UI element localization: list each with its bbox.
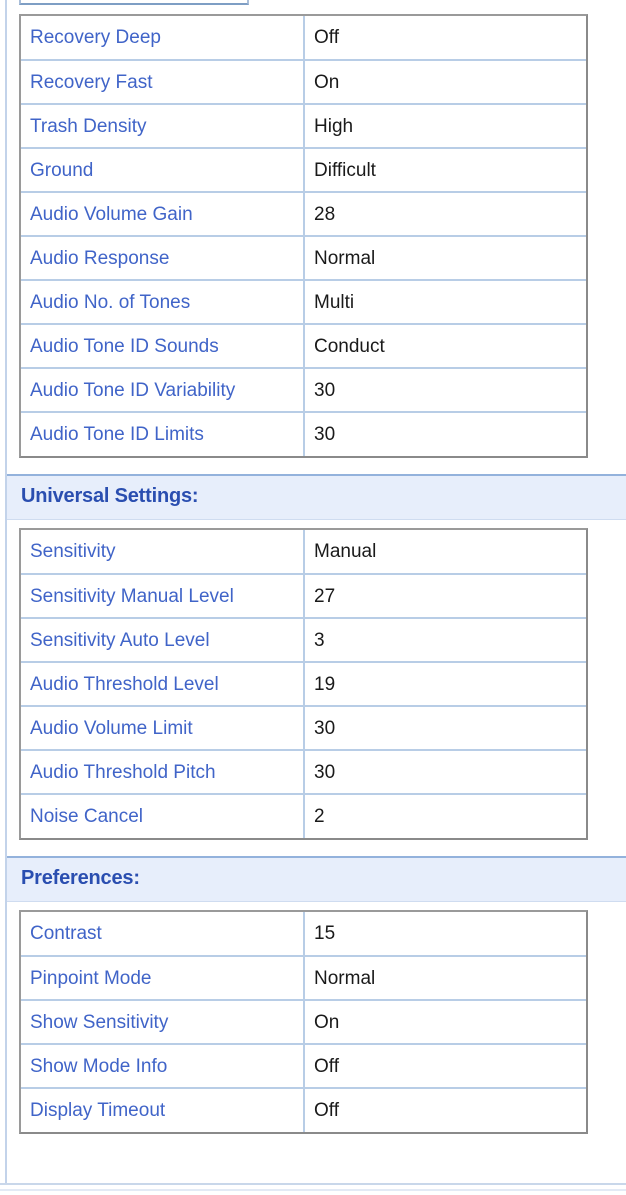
setting-label: Audio Threshold Level (21, 662, 305, 707)
setting-value[interactable]: Off (304, 1088, 586, 1132)
table-row[interactable]: Display Timeout Off (21, 1088, 586, 1132)
setting-value[interactable]: Normal (304, 236, 586, 281)
table-row[interactable]: Audio No. of Tones Multi (21, 280, 586, 325)
bottom-divider-secondary (0, 1189, 626, 1191)
table-row[interactable]: Audio Threshold Level 19 (21, 662, 586, 707)
setting-label: Sensitivity Auto Level (21, 618, 305, 663)
setting-value[interactable]: 3 (304, 618, 586, 663)
setting-value[interactable]: Conduct (304, 324, 586, 369)
table-row[interactable]: Pinpoint Mode Normal (21, 956, 586, 1001)
table-row[interactable]: Audio Tone ID Limits 30 (21, 412, 586, 456)
settings-table-mode-settings: Recovery Deep Off Recovery Fast On Trash Den… (19, 14, 588, 458)
section-header-label: Preferences: (21, 867, 140, 889)
table-row[interactable]: Audio Volume Gain 28 (21, 192, 586, 237)
table-row[interactable]: Audio Tone ID Sounds Conduct (21, 324, 586, 369)
setting-label: Ground (21, 148, 305, 193)
setting-label: Trash Density (21, 104, 305, 149)
table-row[interactable]: Audio Threshold Pitch 30 (21, 750, 586, 795)
table-row[interactable]: Show Sensitivity On (21, 1000, 586, 1045)
setting-label: Audio No. of Tones (21, 280, 305, 325)
settings-table: Sensitivity Manual Sensitivity Manual Leve… (21, 530, 586, 838)
table-row[interactable]: Sensitivity Manual (21, 530, 586, 575)
setting-value[interactable]: 30 (304, 368, 586, 413)
setting-value[interactable]: High (304, 104, 586, 149)
setting-label: Audio Response (21, 236, 305, 281)
setting-value[interactable]: 30 (304, 412, 586, 456)
setting-value[interactable]: Manual (304, 530, 586, 575)
setting-value[interactable]: 2 (304, 794, 586, 838)
setting-value[interactable]: On (304, 60, 586, 105)
setting-label: Sensitivity Manual Level (21, 574, 305, 619)
table-row[interactable]: Recovery Deep Off (21, 16, 586, 61)
table-row[interactable]: Show Mode Info Off (21, 1044, 586, 1089)
setting-value[interactable]: On (304, 1000, 586, 1045)
setting-label: Audio Tone ID Sounds (21, 324, 305, 369)
setting-value[interactable]: 30 (304, 750, 586, 795)
setting-value[interactable]: Off (304, 1044, 586, 1089)
setting-value[interactable]: Multi (304, 280, 586, 325)
setting-label: Pinpoint Mode (21, 956, 305, 1001)
section-header-label: Universal Settings: (21, 485, 199, 507)
setting-value[interactable]: 30 (304, 706, 586, 751)
table-row[interactable]: Audio Volume Limit 30 (21, 706, 586, 751)
settings-table-universal-settings: Sensitivity Manual Sensitivity Manual Leve… (19, 528, 588, 840)
setting-label: Audio Tone ID Limits (21, 412, 305, 456)
settings-table: Contrast 15 Pinpoint Mode Normal Show Sensit… (21, 912, 586, 1132)
table-row[interactable]: Audio Tone ID Variability 30 (21, 368, 586, 413)
table-row[interactable]: Trash Density High (21, 104, 586, 149)
previous-section-header-remnant (19, 0, 249, 5)
section-preferences: Preferences: Contrast 15 Pinpoint Mode Norma… (0, 856, 626, 1134)
setting-label: Recovery Fast (21, 60, 305, 105)
setting-label: Display Timeout (21, 1088, 305, 1132)
settings-table-preferences: Contrast 15 Pinpoint Mode Normal Show Sensit… (19, 910, 588, 1134)
table-row[interactable]: Recovery Fast On (21, 60, 586, 105)
setting-label: Audio Tone ID Variability (21, 368, 305, 413)
setting-label: Recovery Deep (21, 16, 305, 61)
setting-value[interactable]: 28 (304, 192, 586, 237)
settings-table: Recovery Deep Off Recovery Fast On Trash Den… (21, 16, 586, 456)
setting-label: Noise Cancel (21, 794, 305, 838)
section-header-universal-settings: Universal Settings: (7, 474, 626, 520)
table-row[interactable]: Sensitivity Manual Level 27 (21, 574, 586, 619)
setting-label: Audio Volume Limit (21, 706, 305, 751)
setting-label: Audio Threshold Pitch (21, 750, 305, 795)
section-mode-settings: Recovery Deep Off Recovery Fast On Trash Den… (0, 14, 626, 458)
table-row[interactable]: Contrast 15 (21, 912, 586, 957)
table-row[interactable]: Audio Response Normal (21, 236, 586, 281)
section-universal-settings: Universal Settings: Sensitivity Manual Sens… (0, 474, 626, 840)
setting-value[interactable]: 27 (304, 574, 586, 619)
setting-value[interactable]: Normal (304, 956, 586, 1001)
bottom-divider (0, 1183, 626, 1185)
table-row[interactable]: Sensitivity Auto Level 3 (21, 618, 586, 663)
setting-value[interactable]: Difficult (304, 148, 586, 193)
table-row[interactable]: Ground Difficult (21, 148, 586, 193)
setting-value[interactable]: 15 (304, 912, 586, 957)
setting-label: Audio Volume Gain (21, 192, 305, 237)
setting-label: Contrast (21, 912, 305, 957)
setting-value[interactable]: 19 (304, 662, 586, 707)
setting-label: Sensitivity (21, 530, 305, 575)
section-header-preferences: Preferences: (7, 856, 626, 902)
settings-page: Recovery Deep Off Recovery Fast On Trash Den… (0, 0, 626, 1195)
setting-value[interactable]: Off (304, 16, 586, 61)
setting-label: Show Sensitivity (21, 1000, 305, 1045)
setting-label: Show Mode Info (21, 1044, 305, 1089)
table-row[interactable]: Noise Cancel 2 (21, 794, 586, 838)
